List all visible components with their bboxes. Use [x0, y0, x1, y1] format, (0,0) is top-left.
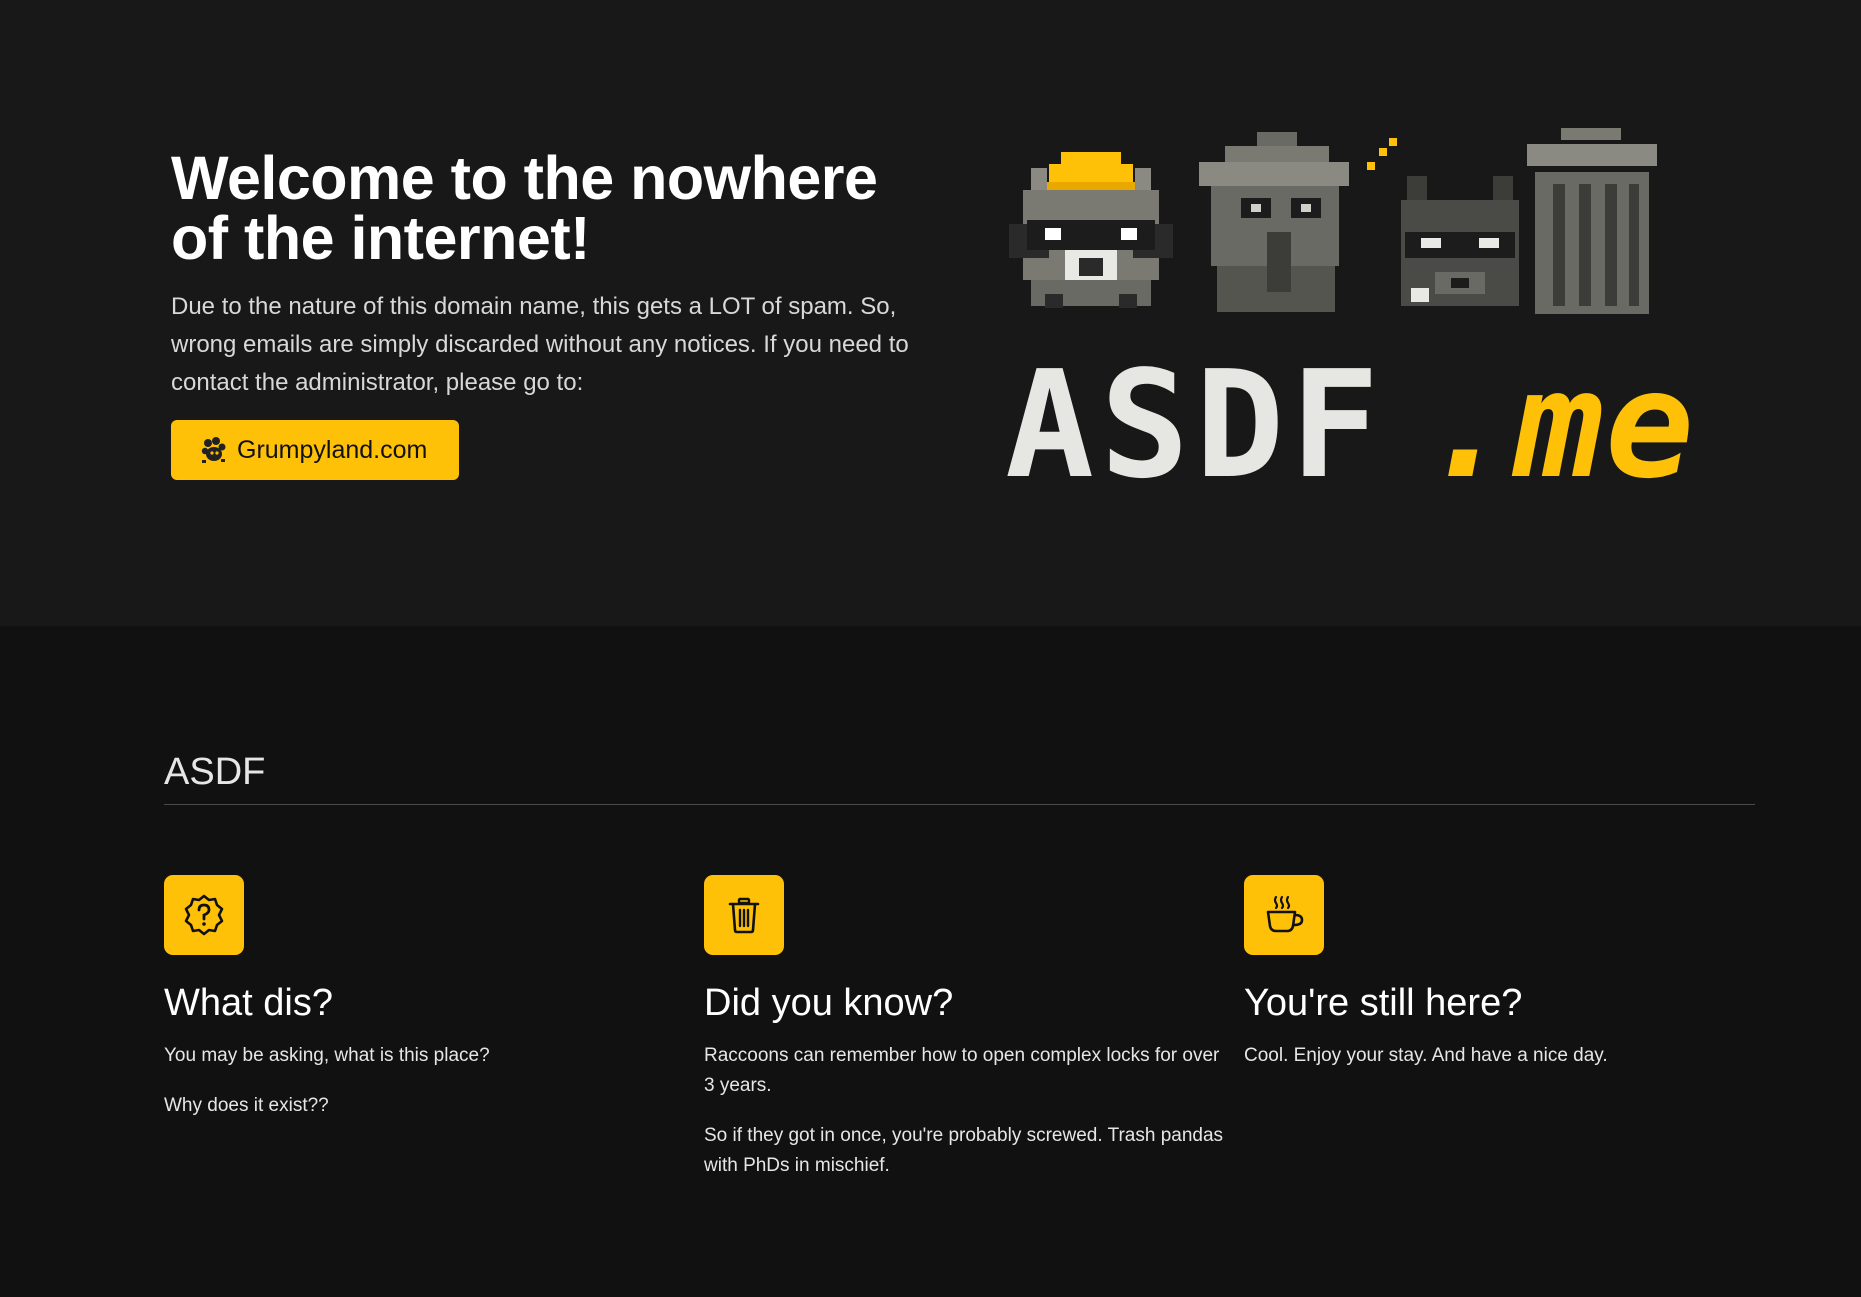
feature-text: Why does it exist??	[164, 1095, 329, 1116]
question-badge-icon	[184, 894, 224, 936]
feature-text: You may be asking, what is this place?	[164, 1045, 490, 1066]
hero-description: Due to the nature of this domain name, t…	[171, 293, 909, 396]
raccoon-paw-icon	[201, 437, 226, 463]
grumpyland-button[interactable]: Grumpyland.com	[171, 420, 459, 480]
hero-section: Welcome to the nowhere of the internet! …	[0, 0, 1861, 626]
feature-did-you-know: Did you know? Raccoons can remember how …	[704, 875, 1224, 1181]
feature-badge	[164, 875, 244, 955]
feature-badge	[704, 875, 784, 955]
asdf-section-header: ASDF	[164, 750, 1755, 805]
hero-text: Welcome to the nowhere of the internet! …	[171, 148, 931, 402]
raccoon-with-hat-icon	[1009, 152, 1173, 308]
feature-title: What dis?	[164, 982, 333, 1024]
feature-title: Did you know?	[704, 982, 954, 1024]
sneaky-raccoon-icon	[1367, 138, 1519, 306]
feature-text: Raccoons can remember how to open comple…	[704, 1045, 1220, 1096]
feature-what-dis: What dis? You may be asking, what is thi…	[164, 875, 684, 1121]
feature-badge	[1244, 875, 1324, 955]
section-divider	[164, 804, 1755, 805]
asdf-logo-art: ASDF .me	[1005, 128, 1696, 511]
section-title: ASDF	[164, 751, 266, 793]
trash-can-icon	[1527, 128, 1657, 314]
feature-still-here: You're still here? Cool. Enjoy your stay…	[1244, 875, 1764, 1071]
logo-text-tld: .me	[1423, 339, 1696, 508]
coffee-cup-icon	[1266, 895, 1304, 933]
features-grid: What dis? You may be asking, what is thi…	[164, 875, 1784, 1205]
feature-text: Cool. Enjoy your stay. And have a nice d…	[1244, 1045, 1608, 1066]
feature-text: So if they got in once, you're probably …	[704, 1125, 1224, 1176]
logo-text-asdf: ASDF	[1005, 339, 1385, 508]
grumpyland-button-label: Grumpyland.com	[237, 435, 428, 464]
trash-raccoon-icon	[1199, 132, 1349, 312]
feature-title: You're still here?	[1244, 982, 1523, 1024]
trash-icon	[728, 897, 760, 934]
hero-title: Welcome to the nowhere of the internet!	[171, 144, 878, 272]
asdf-logo: ASDF .me	[1005, 128, 1725, 511]
